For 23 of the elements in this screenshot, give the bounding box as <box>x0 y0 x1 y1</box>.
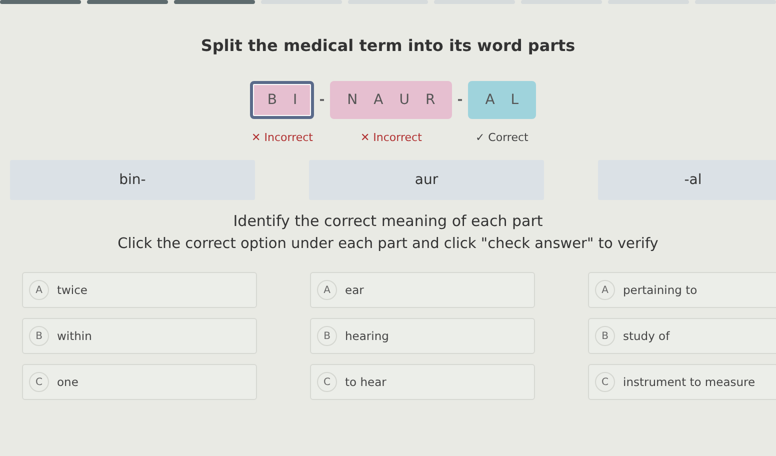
letter-tile[interactable]: N A U R <box>330 81 452 119</box>
separator-icon <box>458 99 462 101</box>
option-button[interactable]: A ear <box>310 272 535 308</box>
instruction-text: Click the correct option under each part and click "check answer" to verify <box>116 236 660 252</box>
separator-icon <box>320 99 324 101</box>
option-button[interactable]: A twice <box>22 272 257 308</box>
section-title: Identify the correct meaning of each part <box>232 212 544 230</box>
option-button[interactable]: C instrument to measure <box>588 364 776 400</box>
option-button[interactable]: C one <box>22 364 257 400</box>
word-part: -al <box>598 160 776 200</box>
option-button[interactable]: B hearing <box>310 318 535 354</box>
option-button[interactable]: C to hear <box>310 364 535 400</box>
option-button[interactable]: B study of <box>588 318 776 354</box>
feedback-text: ✕ Incorrect <box>360 131 422 144</box>
letter-tile[interactable]: A L <box>468 81 536 119</box>
option-button[interactable]: A pertaining to <box>588 272 776 308</box>
letter-tile[interactable]: B I <box>250 81 314 119</box>
feedback-text: ✓ Correct <box>475 131 528 144</box>
option-button[interactable]: B within <box>22 318 257 354</box>
feedback-text: ✕ Incorrect <box>252 131 313 144</box>
word-part: bin- <box>10 160 255 200</box>
question-title: Split the medical term into its word parts <box>200 36 576 55</box>
word-part: aur <box>309 160 544 200</box>
